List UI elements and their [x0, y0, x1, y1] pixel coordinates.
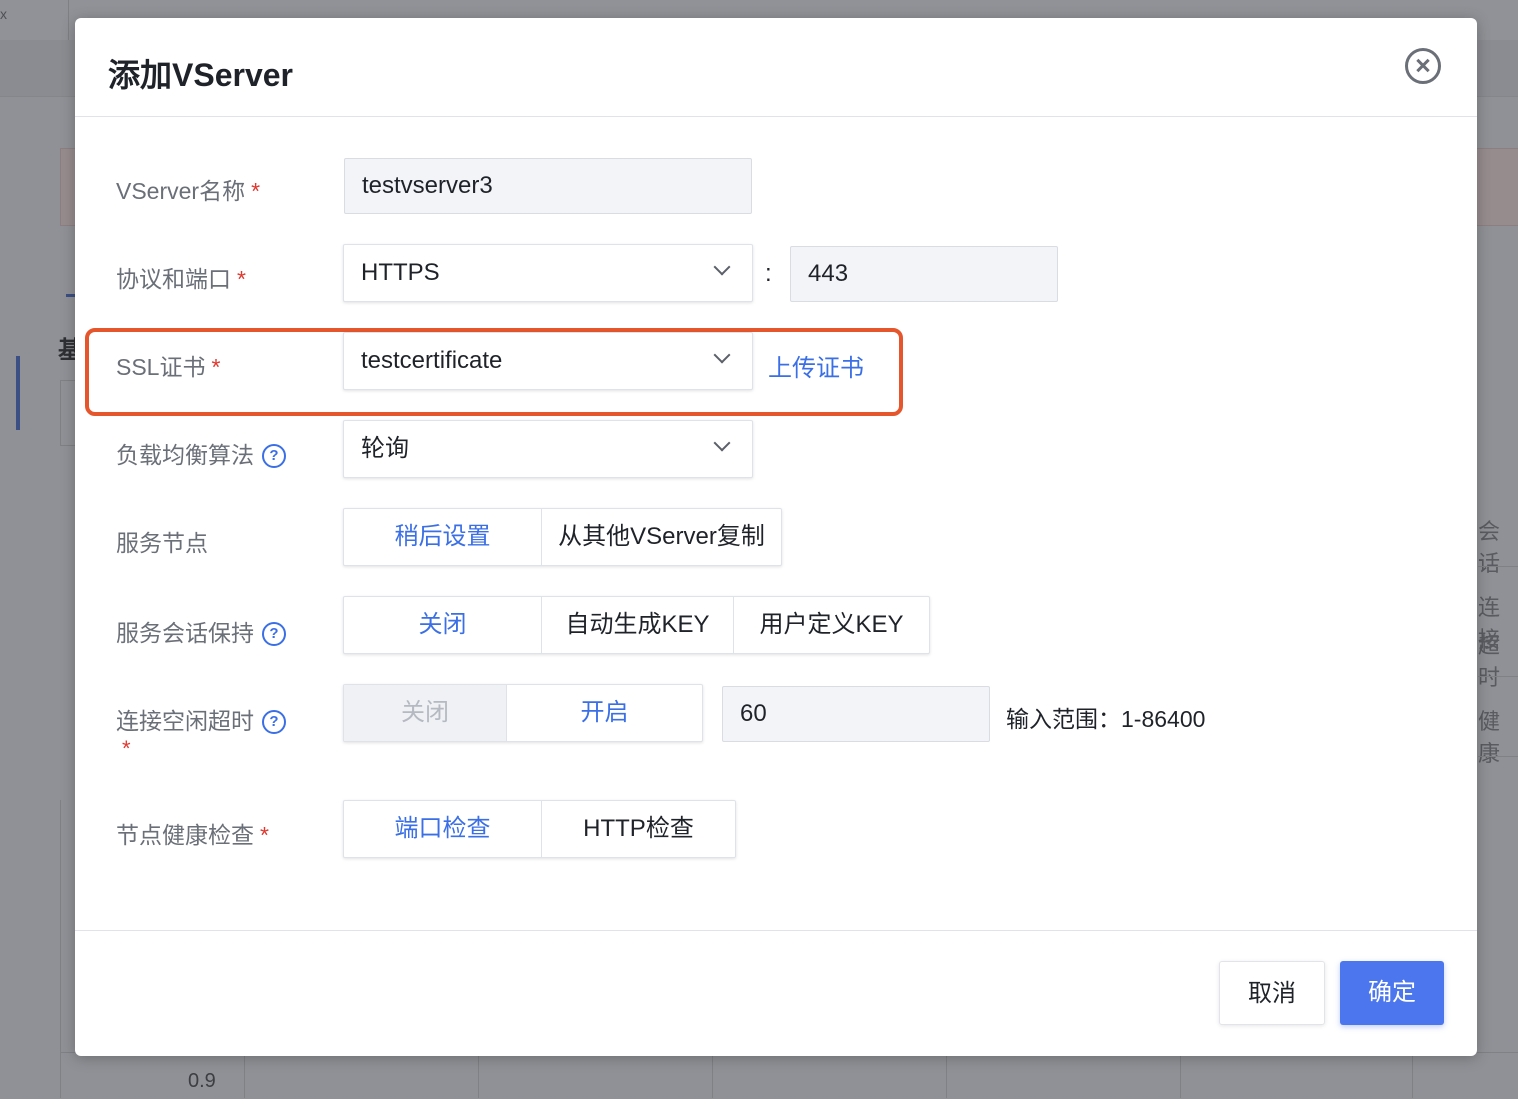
port-input[interactable]: 443 [790, 246, 1058, 302]
ssl-certificate-select[interactable]: testcertificate [343, 332, 753, 390]
required-marker: * [211, 354, 221, 380]
protocol-select-value: HTTPS [361, 259, 440, 286]
port-separator: : [765, 260, 772, 287]
idle-timeout-range-hint: 输入范围：1-86400 [1006, 706, 1206, 732]
close-icon[interactable] [1405, 48, 1441, 84]
protocol-select[interactable]: HTTPS [343, 244, 753, 302]
dialog-header: 添加VServer [75, 18, 1477, 117]
health-http-check-option[interactable]: HTTP检查 [541, 801, 735, 857]
load-balancing-value: 轮询 [361, 435, 409, 462]
background-divider [1478, 566, 1518, 567]
background-chart-gridline [712, 1052, 713, 1098]
background-right-text: 会话 [1478, 519, 1501, 576]
load-balancing-select[interactable]: 轮询 [343, 420, 753, 478]
required-marker: * [251, 178, 261, 204]
confirm-button[interactable]: 确定 [1340, 961, 1444, 1025]
background-right-text: 健康 [1478, 709, 1501, 766]
background-chart-gridline [1180, 1052, 1181, 1098]
ssl-certificate-label: SSL证书 * [116, 354, 221, 380]
background-chart-gridline [1412, 1052, 1413, 1098]
chevron-down-icon [713, 434, 731, 452]
session-user-key-option[interactable]: 用户定义KEY [733, 597, 929, 653]
service-nodes-copy-option[interactable]: 从其他VServer复制 [541, 509, 781, 565]
health-check-toggle: 端口检查 HTTP检查 [343, 800, 736, 858]
session-auto-key-option[interactable]: 自动生成KEY [541, 597, 733, 653]
load-balancing-label: 负载均衡算法? [116, 436, 286, 470]
cancel-button[interactable]: 取消 [1219, 961, 1325, 1025]
health-port-check-option[interactable]: 端口检查 [344, 801, 541, 857]
required-marker: * [237, 266, 246, 292]
chevron-down-icon [713, 346, 731, 364]
background-chart-gridline [478, 1052, 479, 1098]
upload-certificate-link[interactable]: 上传证书 [768, 348, 864, 383]
idle-timeout-label: 连接空闲超时? [116, 702, 286, 736]
background-chart-gridline [946, 1052, 947, 1098]
service-nodes-label: 服务节点 [116, 530, 208, 556]
background-right-text: 超时 [1478, 633, 1501, 690]
background-nav-indicator [16, 356, 20, 430]
idle-timeout-input[interactable]: 60 [722, 686, 990, 742]
background-divider [1478, 676, 1518, 677]
required-marker: * [260, 822, 269, 848]
background-chart-grid [60, 1052, 1518, 1099]
background-tab-text: x [0, 6, 7, 22]
idle-timeout-on-option[interactable]: 开启 [506, 685, 702, 741]
protocol-port-label: 协议和端口 * [116, 266, 246, 292]
background-divider [1478, 756, 1518, 757]
background-chart-gridline [244, 1052, 245, 1098]
ssl-certificate-value: testcertificate [361, 347, 503, 374]
idle-timeout-toggle: 关闭 开启 [343, 684, 703, 742]
session-off-option[interactable]: 关闭 [344, 597, 541, 653]
help-icon[interactable]: ? [262, 621, 286, 646]
background-tab: x [0, 0, 69, 40]
idle-timeout-off-option[interactable]: 关闭 [344, 685, 506, 741]
session-persistence-label: 服务会话保持? [116, 614, 286, 648]
service-nodes-toggle: 稍后设置 从其他VServer复制 [343, 508, 782, 566]
health-check-label: 节点健康检查 * [116, 822, 269, 848]
background-chart-tick: 0.9 [188, 1070, 216, 1092]
required-marker: * [122, 736, 131, 761]
chevron-down-icon [713, 258, 731, 276]
add-vserver-dialog: 添加VServer VServer名称 * testvserver3 协议和端口 *… [75, 18, 1477, 1056]
vserver-name-label: VServer名称 * [116, 178, 261, 204]
help-icon[interactable]: ? [262, 443, 286, 468]
vserver-name-input[interactable]: testvserver3 [344, 158, 752, 214]
service-nodes-later-option[interactable]: 稍后设置 [344, 509, 541, 565]
help-icon[interactable]: ? [262, 709, 286, 734]
session-persistence-toggle: 关闭 自动生成KEY 用户定义KEY [343, 596, 930, 654]
dialog-title: 添加VServer [108, 57, 293, 93]
